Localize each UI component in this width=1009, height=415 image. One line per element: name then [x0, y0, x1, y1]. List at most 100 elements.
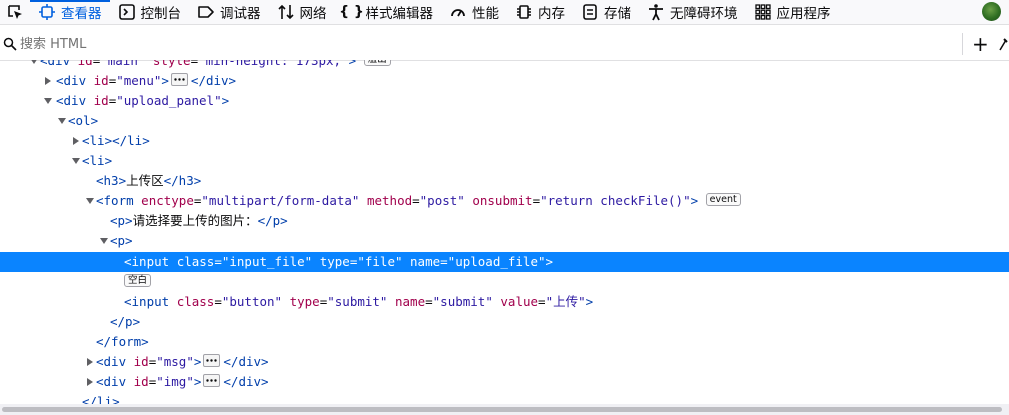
search-html-input[interactable] — [20, 34, 920, 54]
attribute-name[interactable]: id — [94, 73, 109, 88]
attribute-name[interactable]: style — [153, 60, 191, 68]
expand-twisty-icon[interactable] — [85, 372, 95, 392]
markup-node-selected[interactable]: <input class="input_file" type="file" na… — [0, 252, 1009, 272]
collapse-twisty-icon[interactable] — [29, 60, 39, 71]
tab-console[interactable]: 控制台 — [110, 0, 190, 24]
attribute-name[interactable]: onsubmit — [472, 193, 532, 208]
attribute-name[interactable]: type — [320, 254, 350, 269]
collapse-twisty-icon[interactable] — [43, 91, 53, 111]
markup-node[interactable]: <div id="msg"> </div> — [0, 352, 1009, 372]
markup-node[interactable]: <p>请选择要上传的图片：</p> — [0, 211, 1009, 231]
markup-node[interactable]: <h3>上传区</h3> — [0, 171, 1009, 191]
horizontal-scrollbar[interactable] — [0, 404, 1009, 415]
tag-end: > — [690, 193, 699, 208]
tab-accessibility[interactable]: 无障碍环境 — [639, 0, 746, 24]
markup-node[interactable]: <ol> — [0, 111, 1009, 131]
tab-performance[interactable]: 性能 — [441, 0, 507, 24]
closing-tag: </p> — [257, 213, 288, 228]
collapse-twisty-icon[interactable] — [99, 231, 109, 251]
attribute-value[interactable]: "menu" — [116, 73, 161, 88]
collapsed-children-icon[interactable] — [203, 374, 221, 387]
markup-node[interactable]: <form enctype="multipart/form-data" meth… — [0, 191, 1009, 211]
attribute-value[interactable]: "button" — [222, 294, 282, 309]
attribute-name[interactable]: class — [177, 254, 215, 269]
attribute-value[interactable]: "min-height: 173px;" — [198, 60, 349, 68]
attribute-value[interactable]: "upload_file" — [448, 254, 546, 269]
expand-twisty-icon[interactable] — [43, 71, 53, 91]
tab-label: 调试器 — [220, 6, 261, 22]
node-badge[interactable]: 溢出 — [363, 60, 391, 66]
tag-name: <form — [96, 193, 134, 208]
attribute-value[interactable]: "submit" — [433, 294, 493, 309]
inspector-icon — [38, 3, 56, 21]
attribute-name[interactable]: name — [410, 254, 440, 269]
attribute-name[interactable]: id — [78, 60, 93, 68]
tab-network[interactable]: 网络 — [269, 0, 335, 24]
attribute-name[interactable]: class — [177, 294, 215, 309]
attribute-name[interactable]: name — [395, 294, 425, 309]
network-icon — [277, 3, 295, 21]
extension-avatar-icon[interactable] — [982, 2, 1001, 21]
attribute-name[interactable]: id — [134, 354, 149, 369]
attribute-value[interactable]: "upload_panel" — [116, 93, 221, 108]
tab-debugger[interactable]: 调试器 — [189, 0, 269, 24]
attribute-value[interactable]: "msg" — [156, 354, 194, 369]
element-picker-button[interactable] — [0, 0, 30, 24]
markup-node[interactable]: </form> — [0, 332, 1009, 352]
tag-name: <li> — [82, 153, 113, 168]
debugger-icon — [197, 3, 215, 21]
storage-icon — [581, 3, 599, 21]
attribute-value[interactable]: "img" — [156, 374, 194, 389]
attribute-value[interactable]: "return checkFile()" — [540, 193, 691, 208]
eyedropper-icon[interactable] — [997, 37, 1009, 51]
tag-end: > — [221, 93, 230, 108]
markup-node[interactable]: <li></li> — [0, 131, 1009, 151]
markup-node[interactable]: 空白 — [0, 272, 1009, 292]
tag-end: > — [193, 374, 202, 389]
attribute-name[interactable]: enctype — [141, 193, 194, 208]
collapsed-children-icon[interactable] — [203, 354, 221, 367]
markup-node[interactable]: <div id="menu"> </div> — [0, 71, 1009, 91]
tag-name: <h3> — [96, 173, 127, 188]
node-badge[interactable]: 空白 — [124, 274, 152, 287]
attribute-name[interactable]: method — [367, 193, 412, 208]
attribute-name[interactable]: type — [290, 294, 320, 309]
node-badge[interactable]: event — [705, 193, 741, 206]
attribute-value[interactable]: "file" — [357, 254, 402, 269]
attribute-name[interactable]: id — [94, 93, 109, 108]
element-picker-icon — [8, 5, 22, 19]
expand-twisty-icon[interactable] — [85, 352, 95, 372]
attribute-value[interactable]: "submit" — [327, 294, 387, 309]
tab-application[interactable]: 应用程序 — [746, 0, 839, 24]
expand-twisty-icon[interactable] — [71, 131, 81, 151]
markup-node[interactable]: </li> — [0, 392, 1009, 404]
markup-node[interactable]: <li> — [0, 151, 1009, 171]
tab-storage[interactable]: 存储 — [573, 0, 639, 24]
markup-node[interactable]: <div id="main" style="min-height: 173px;… — [0, 60, 1009, 71]
attribute-name[interactable]: id — [134, 374, 149, 389]
tab-inspector[interactable]: 查看器 — [30, 0, 110, 24]
markup-node[interactable]: <div id="img"> </div> — [0, 372, 1009, 392]
collapse-twisty-icon[interactable] — [71, 151, 81, 171]
attribute-value[interactable]: "post" — [420, 193, 465, 208]
attribute-value[interactable]: "main" — [100, 60, 145, 68]
collapse-twisty-icon[interactable] — [85, 191, 95, 211]
collapse-twisty-icon[interactable] — [57, 111, 67, 131]
collapsed-children-icon[interactable] — [170, 73, 188, 86]
attribute-value[interactable]: "multipart/form-data" — [201, 193, 359, 208]
markup-node[interactable]: <div id="upload_panel"> — [0, 91, 1009, 111]
closing-tag: </div> — [190, 73, 237, 88]
add-node-button[interactable]: + — [972, 34, 989, 54]
markup-node[interactable]: <input class="button" type="submit" name… — [0, 292, 1009, 312]
markup-node[interactable]: </p> — [0, 312, 1009, 332]
tab-memory[interactable]: 内存 — [507, 0, 573, 24]
scrollbar-thumb[interactable] — [2, 407, 1002, 412]
tag-end: > — [161, 73, 169, 88]
tag-name: <p> — [110, 233, 133, 248]
tab-style-editor[interactable]: { } 样式编辑器 — [335, 0, 442, 24]
attribute-value[interactable]: "input_file" — [222, 254, 312, 269]
attribute-name[interactable]: value — [500, 294, 538, 309]
attribute-value[interactable]: "上传" — [546, 294, 586, 309]
markup-node[interactable]: <p> — [0, 231, 1009, 251]
tag-end: > — [193, 354, 202, 369]
